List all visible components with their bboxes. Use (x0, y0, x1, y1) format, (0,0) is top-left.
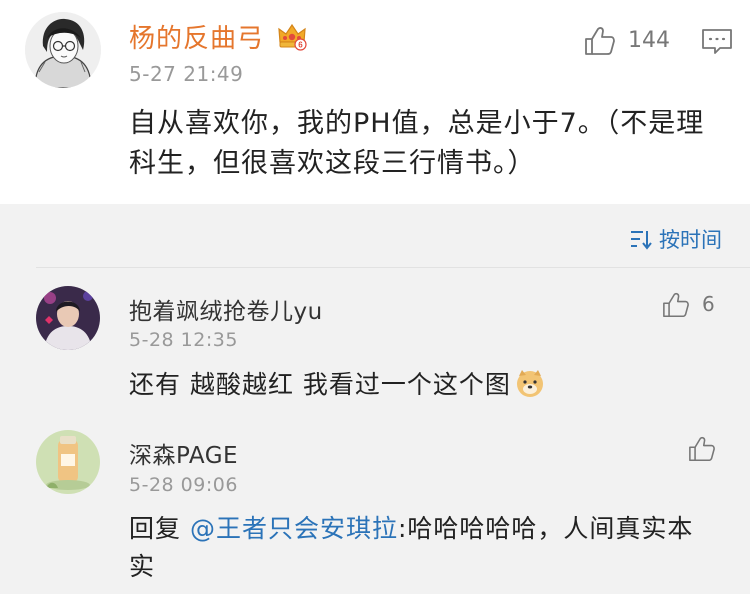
reply-text: 回复 @王者只会安琪拉:哈哈哈哈哈，人间真实本实 (129, 510, 719, 586)
sort-icon (631, 231, 652, 250)
avatar-photo (36, 430, 100, 494)
avatar[interactable] (36, 430, 100, 494)
avatar-illustration (25, 12, 101, 88)
reply-time: 5-28 09:06 (129, 474, 238, 496)
comment-text: 自从喜欢你，我的PH值，总是小于7。（不是理科生，但很喜欢这段三行情书。） (129, 108, 705, 179)
reply-text: 还有 越酸越红 我看过一个这个图 (129, 366, 729, 404)
like-icon[interactable] (662, 292, 690, 318)
sort-by-time-button[interactable]: 按时间 (629, 224, 722, 254)
sort-label: 按时间 (659, 228, 722, 252)
reply-time: 5-28 12:35 (129, 329, 238, 351)
username[interactable]: 杨的反曲弓 (129, 18, 264, 55)
reply-prefix: 回复 (129, 514, 182, 543)
svg-text:6: 6 (298, 41, 303, 50)
main-comment: 杨的反曲弓 6 5-27 21:49 144 自从喜欢你，我的PH值，总是小于7… (0, 0, 750, 204)
reply-item: 抱着飒绒抢卷儿yu 5-28 12:35 6 还有 越酸越红 我看过一个这个图 (0, 280, 750, 400)
replies-section: 按时间 抱着飒绒抢卷儿yu 5-28 12:35 6 还有 越酸越红 我看过一个… (0, 204, 750, 594)
username[interactable]: 抱着飒绒抢卷儿yu (129, 292, 323, 326)
like-icon[interactable] (584, 26, 616, 56)
avatar[interactable] (36, 286, 100, 350)
reply-item: 深森PAGE 5-28 09:06 回复 @王者只会安琪拉:哈哈哈哈哈，人间真实… (0, 428, 750, 594)
comment-icon[interactable] (700, 27, 734, 55)
mention-link[interactable]: @王者只会安琪拉 (190, 514, 398, 543)
doge-emoji-icon (516, 370, 543, 397)
like-count: 144 (628, 28, 670, 53)
reply-text-content: 还有 越酸越红 我看过一个这个图 (129, 370, 511, 399)
like-count: 6 (702, 292, 715, 316)
divider (36, 267, 750, 268)
username[interactable]: 深森PAGE (129, 436, 238, 470)
avatar[interactable] (25, 12, 101, 88)
comment-time: 5-27 21:49 (129, 62, 244, 86)
like-icon[interactable] (688, 436, 716, 462)
avatar-photo (36, 286, 100, 350)
vip-crown-icon[interactable]: 6 (276, 20, 308, 52)
